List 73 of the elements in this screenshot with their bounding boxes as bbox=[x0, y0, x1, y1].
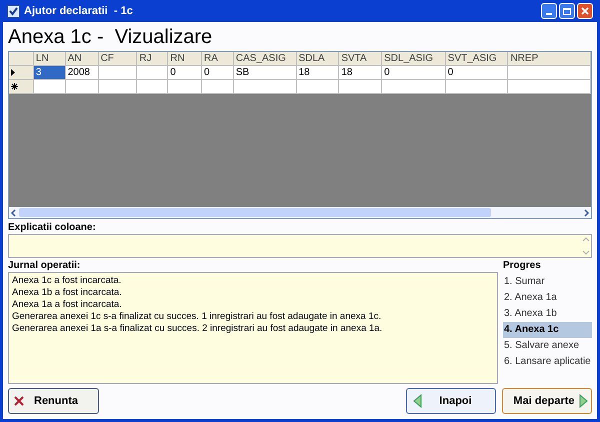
column-header[interactable]: SVTA bbox=[339, 52, 382, 66]
table-cell[interactable]: 3 bbox=[34, 66, 66, 80]
log-line: Generarea anexei 1c s-a finalizat cu succes. 1 inregistrari au fost adaugate in anexa 1c. bbox=[12, 311, 382, 323]
row-header[interactable] bbox=[9, 66, 34, 80]
column-header[interactable]: RJ bbox=[137, 52, 168, 66]
column-header[interactable]: SVT_ASIG bbox=[446, 52, 508, 66]
table-cell[interactable]: 0 bbox=[382, 66, 446, 80]
column-header[interactable]: CAS_ASIG bbox=[234, 52, 297, 66]
progress-step: 4. Anexa 1c bbox=[503, 322, 592, 338]
back-button[interactable]: Inapoi bbox=[406, 388, 496, 414]
cancel-button[interactable]: Renunta bbox=[8, 388, 99, 414]
table-cell[interactable]: 18 bbox=[296, 66, 340, 80]
section-label: Explicatii coloane: bbox=[8, 222, 97, 234]
next-button[interactable]: Mai departe bbox=[502, 388, 592, 414]
log-line: Anexa 1c a fost incarcata. bbox=[12, 275, 122, 287]
log-line: Anexa 1a a fost incarcata. bbox=[12, 299, 123, 311]
close-icon bbox=[14, 396, 24, 406]
table-cell[interactable] bbox=[202, 80, 234, 94]
table-cell[interactable]: 0 bbox=[202, 66, 234, 80]
app-icon bbox=[7, 4, 20, 18]
progress-step: 2. Anexa 1a bbox=[503, 290, 592, 306]
table-cell[interactable]: SB bbox=[234, 66, 297, 80]
table-cell[interactable] bbox=[234, 80, 297, 94]
minimize-button[interactable] bbox=[541, 3, 557, 19]
column-header[interactable]: NREP bbox=[508, 52, 591, 66]
table-cell[interactable]: 2008 bbox=[66, 66, 99, 80]
table-cell[interactable] bbox=[98, 66, 138, 80]
section-label: Progres bbox=[503, 260, 542, 272]
table-cell[interactable] bbox=[98, 80, 138, 94]
table-cell[interactable] bbox=[446, 80, 508, 94]
column-header[interactable]: SDLA bbox=[296, 52, 340, 66]
progress-step: 3. Anexa 1b bbox=[503, 306, 592, 322]
column-header[interactable]: AN bbox=[66, 52, 99, 66]
close-icon bbox=[581, 7, 589, 15]
current-row-icon bbox=[11, 69, 15, 76]
table-cell[interactable] bbox=[66, 80, 99, 94]
horizontal-scrollbar[interactable] bbox=[9, 207, 591, 218]
progress-step: 5. Salvare anexe bbox=[503, 338, 592, 354]
table-cell[interactable] bbox=[137, 66, 168, 80]
column-header[interactable]: SDL_ASIG bbox=[382, 52, 446, 66]
right-arrow-icon bbox=[579, 394, 588, 408]
scroll-down-icon[interactable] bbox=[582, 250, 590, 256]
table-cell[interactable] bbox=[508, 80, 591, 94]
progress-step: 1. Sumar bbox=[503, 274, 592, 290]
column-header[interactable]: RN bbox=[168, 52, 202, 66]
log-line: Generarea anexei 1a s-a finalizat cu succes. 2 inregistrari au fost adaugate in anexa 1a. bbox=[12, 323, 384, 335]
scroll-up-icon[interactable] bbox=[582, 236, 590, 242]
table-cell[interactable]: 0 bbox=[446, 66, 508, 80]
left-arrow-icon bbox=[413, 394, 422, 408]
table-cell[interactable] bbox=[296, 80, 340, 94]
close-button[interactable] bbox=[577, 3, 593, 19]
column-header[interactable]: RA bbox=[202, 52, 234, 66]
window-title: Ajutor declaratii - 1c bbox=[24, 4, 134, 19]
table-cell[interactable] bbox=[34, 80, 66, 94]
table-cell[interactable]: 0 bbox=[168, 66, 202, 80]
header-corner bbox=[9, 52, 34, 66]
page-heading: Anexa 1c - Vizualizare bbox=[8, 25, 214, 50]
progress-step: 6. Lansare aplicatie bbox=[503, 354, 592, 370]
table-cell[interactable]: 18 bbox=[339, 66, 382, 80]
section-label: Jurnal operatii: bbox=[8, 260, 82, 272]
scroll-thumb[interactable] bbox=[19, 208, 491, 217]
table-cell[interactable] bbox=[137, 80, 168, 94]
table-cell[interactable] bbox=[508, 66, 591, 80]
explanations-field[interactable] bbox=[8, 234, 592, 258]
row-header[interactable] bbox=[9, 80, 34, 94]
maximize-button[interactable] bbox=[559, 3, 575, 19]
table-cell[interactable] bbox=[382, 80, 446, 94]
column-header[interactable]: CF bbox=[98, 52, 138, 66]
new-row-icon bbox=[11, 83, 18, 90]
table-cell[interactable] bbox=[339, 80, 382, 94]
table-cell[interactable] bbox=[168, 80, 202, 94]
column-header[interactable]: LN bbox=[34, 52, 66, 66]
log-line: Anexa 1b a fost incarcata. bbox=[12, 287, 123, 299]
